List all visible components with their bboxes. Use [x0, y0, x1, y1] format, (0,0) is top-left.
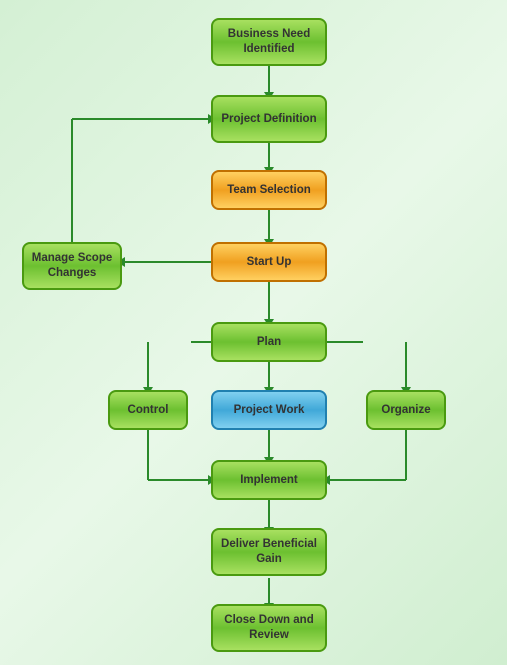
implement-box: Implement: [211, 460, 327, 500]
project-definition-box: Project Definition: [211, 95, 327, 143]
deliver-box: Deliver Beneficial Gain: [211, 528, 327, 576]
close-down-box: Close Down and Review: [211, 604, 327, 652]
business-need-box: Business Need Identified: [211, 18, 327, 66]
plan-box: Plan: [211, 322, 327, 362]
project-work-box: Project Work: [211, 390, 327, 430]
start-up-box: Start Up: [211, 242, 327, 282]
control-box: Control: [108, 390, 188, 430]
manage-scope-box: Manage Scope Changes: [22, 242, 122, 290]
team-selection-box: Team Selection: [211, 170, 327, 210]
flowchart: Business Need Identified Project Definit…: [0, 0, 507, 665]
organize-box: Organize: [366, 390, 446, 430]
